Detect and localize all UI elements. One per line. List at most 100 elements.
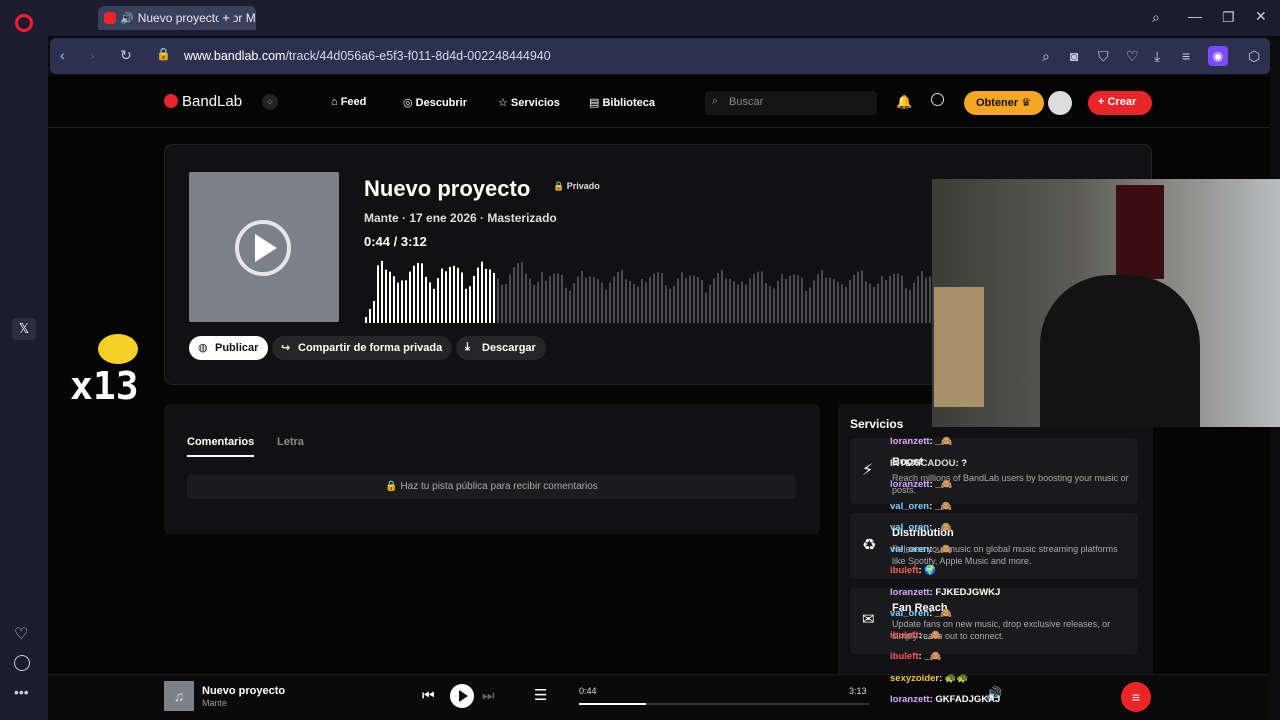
play-button[interactable] bbox=[450, 684, 474, 708]
service-boost[interactable]: ⚡ Boost Reach millions of BandLab users … bbox=[850, 438, 1138, 504]
waveform-bar bbox=[405, 280, 407, 323]
chat-message: loranzett: FJKEDJGWKJ bbox=[890, 587, 1000, 598]
player-progress-track[interactable] bbox=[579, 703, 869, 705]
cover-art[interactable] bbox=[189, 172, 339, 322]
nav-descubrir[interactable]: ◎ Descubrir bbox=[403, 96, 467, 109]
player-menu-button[interactable]: ≡ bbox=[1121, 682, 1151, 712]
bell-icon[interactable]: 🔔 bbox=[896, 94, 912, 110]
logo-text[interactable]: BandLab bbox=[182, 93, 242, 110]
tab-comentarios[interactable]: Comentarios bbox=[187, 436, 255, 457]
search-tabs-icon[interactable]: ⌕ bbox=[1152, 10, 1160, 24]
tab-letra[interactable]: Letra bbox=[277, 436, 304, 448]
waveform-bar bbox=[805, 290, 807, 323]
waveform-bar bbox=[705, 292, 707, 323]
waveform-bar bbox=[897, 273, 899, 323]
nav-servicios[interactable]: ☆ Servicios bbox=[498, 96, 560, 109]
comments-notice-text: Haz tu pista pública para recibir coment… bbox=[400, 481, 598, 492]
nav-biblioteca[interactable]: ▤ Biblioteca bbox=[589, 96, 655, 109]
track-meta: Mante · 17 ene 2026 · Masterizado bbox=[364, 211, 557, 225]
chat-message: val_oren: _🙈 bbox=[890, 522, 952, 533]
crear-button[interactable]: + Crear bbox=[1088, 91, 1152, 115]
heart-bookmark-icon[interactable]: ♡ bbox=[1126, 49, 1139, 63]
previous-icon[interactable]: ⏮ bbox=[422, 687, 435, 704]
waveform-bar bbox=[833, 279, 835, 323]
heart-icon[interactable]: ♡ bbox=[14, 624, 28, 644]
mail-icon: ✉ bbox=[862, 611, 875, 628]
shield-icon[interactable]: ⛉ bbox=[1098, 49, 1109, 63]
chat-message: loranzett: GKFADJGKAJ bbox=[890, 694, 1000, 705]
restore-icon[interactable]: ❐ bbox=[1222, 10, 1235, 24]
waveform-bar bbox=[613, 276, 615, 323]
compartir-button[interactable]: ↪ Compartir de forma privada bbox=[272, 336, 453, 360]
chat-username: val_oren bbox=[890, 543, 930, 555]
service-fanreach[interactable]: ✉ Fan Reach Update fans on new music, dr… bbox=[850, 588, 1138, 654]
x-twitter-icon[interactable]: 𝕏 bbox=[12, 318, 36, 340]
history-icon[interactable] bbox=[14, 655, 30, 671]
forward-icon[interactable]: › bbox=[90, 48, 95, 62]
nav-feed[interactable]: ⌂ Feed bbox=[331, 96, 366, 108]
back-icon[interactable]: ‹ bbox=[60, 48, 65, 62]
player-title[interactable]: Nuevo proyecto bbox=[202, 685, 285, 697]
descargar-button[interactable]: ⤓ Descargar bbox=[456, 336, 546, 360]
waveform-bar bbox=[517, 262, 519, 323]
waveform[interactable] bbox=[365, 255, 933, 323]
chat-icon[interactable] bbox=[931, 93, 944, 106]
chat-text: : 🐢🐢 bbox=[939, 672, 969, 684]
waveform-bar bbox=[549, 276, 551, 323]
player-cover[interactable]: ♫ bbox=[164, 681, 194, 711]
avatar[interactable] bbox=[1048, 91, 1072, 115]
waveform-bar bbox=[921, 270, 923, 323]
waveform-bar bbox=[713, 278, 715, 323]
waveform-bar bbox=[637, 286, 639, 323]
waveform-bar bbox=[825, 277, 827, 323]
profile-icon[interactable]: ◉ bbox=[1208, 46, 1228, 66]
waveform-bar bbox=[593, 276, 595, 323]
waveform-bar bbox=[773, 288, 775, 323]
apps-grid-icon[interactable]: ⁘ bbox=[262, 94, 278, 110]
download-icon[interactable]: ⤓ bbox=[1154, 49, 1160, 63]
chat-username: val_oren bbox=[890, 608, 930, 619]
address-bar[interactable]: ‹ › ↻ 🔒 www.bandlab.com/track/44d056a6-e… bbox=[50, 38, 1270, 74]
speaker-icon[interactable]: 🔊 bbox=[120, 12, 134, 25]
more-icon[interactable]: ••• bbox=[14, 684, 29, 700]
webcam-person bbox=[1040, 275, 1200, 427]
waveform-bar bbox=[893, 273, 895, 323]
waveform-bar bbox=[653, 273, 655, 323]
close-window-icon[interactable]: ✕ bbox=[1255, 9, 1267, 23]
player-artist[interactable]: Mante bbox=[202, 698, 227, 708]
obtener-button[interactable]: Obtener ♛ bbox=[964, 91, 1044, 115]
search-input[interactable]: ⌕ Buscar bbox=[705, 91, 877, 115]
publicar-button[interactable]: ◍ Publicar bbox=[189, 336, 269, 360]
waveform-bar bbox=[873, 286, 875, 323]
queue-icon[interactable]: ☰ bbox=[534, 686, 547, 704]
new-tab-icon[interactable]: + bbox=[218, 10, 234, 26]
url-text[interactable]: www.bandlab.com/track/44d056a6-e5f3-f011… bbox=[184, 49, 551, 63]
play-overlay-icon[interactable] bbox=[255, 234, 277, 262]
next-icon[interactable]: ⏭ bbox=[482, 687, 495, 704]
waveform-bar bbox=[841, 284, 843, 323]
reload-icon[interactable]: ↻ bbox=[120, 48, 132, 62]
waveform-bar bbox=[469, 286, 471, 323]
waveform-bar bbox=[853, 274, 855, 323]
extensions-icon[interactable]: ⬡ bbox=[1248, 49, 1260, 63]
chat-username: ibuleft bbox=[890, 565, 919, 576]
waveform-bar bbox=[473, 276, 475, 323]
privacy-label: Privado bbox=[566, 181, 600, 191]
menu-icon[interactable]: ≡ bbox=[1182, 49, 1190, 63]
waveform-bar bbox=[509, 274, 511, 323]
minimize-icon[interactable]: — bbox=[1188, 9, 1202, 23]
waveform-bar bbox=[429, 282, 431, 323]
chat-username: sexyzoider bbox=[890, 672, 940, 684]
waveform-bar bbox=[785, 278, 787, 323]
camera-icon[interactable]: ◙ bbox=[1070, 49, 1078, 63]
opera-logo-icon[interactable] bbox=[15, 14, 33, 32]
waveform-bar bbox=[821, 270, 823, 323]
waveform-bar bbox=[521, 261, 523, 323]
waveform-bar bbox=[885, 280, 887, 323]
find-icon[interactable]: ⌕ bbox=[1042, 49, 1050, 63]
distribution-icon: ♻ bbox=[862, 537, 877, 554]
bandlab-logo-icon[interactable] bbox=[164, 94, 178, 108]
waveform-bar bbox=[845, 286, 847, 323]
waveform-bar bbox=[573, 283, 575, 323]
chat-message: val_oren: _🙈 bbox=[890, 608, 952, 619]
